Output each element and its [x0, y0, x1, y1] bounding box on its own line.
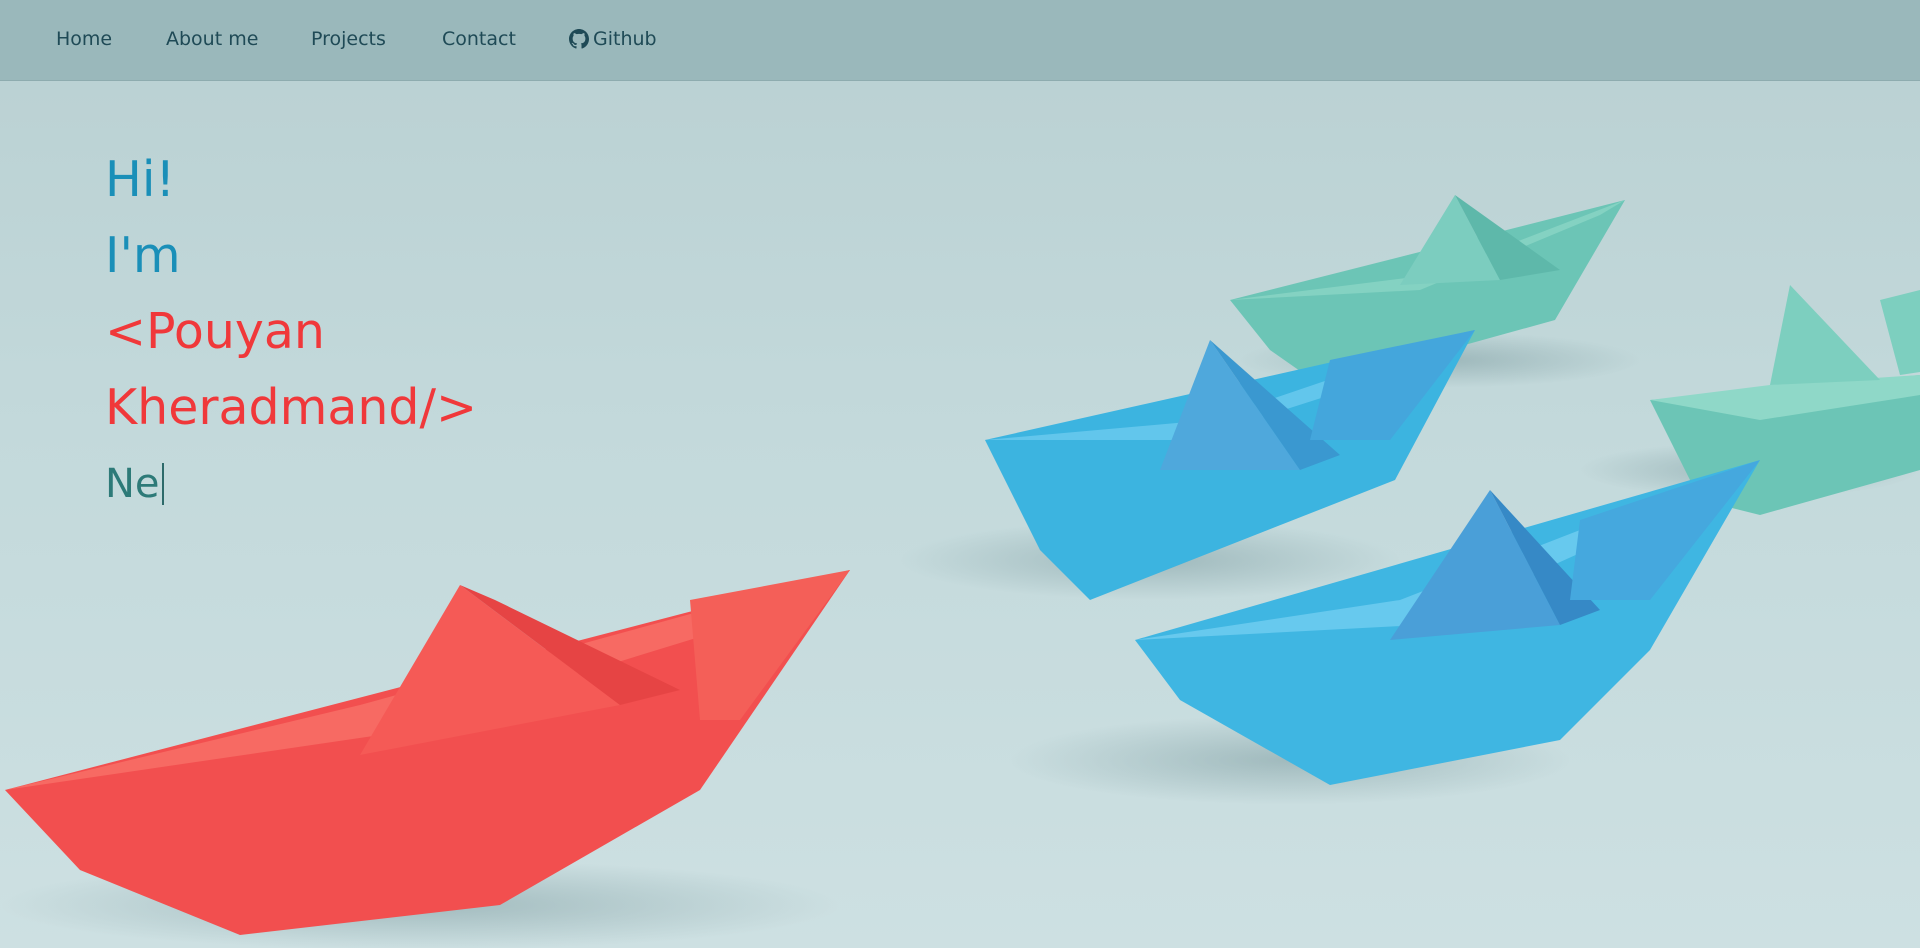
- hero-intro-text: I'm: [105, 227, 181, 284]
- hero-greeting: Hi!: [105, 151, 176, 208]
- hero-typed-text: Ne: [105, 446, 477, 522]
- nav-home-link[interactable]: Home: [56, 28, 112, 50]
- hero-name-line2: Kheradmand/>: [105, 379, 478, 436]
- typing-cursor: [161, 463, 164, 505]
- nav-github-label: Github: [593, 28, 657, 50]
- typed-text: Ne: [105, 461, 160, 507]
- nav-projects-link[interactable]: Projects: [311, 28, 386, 50]
- teal-boat-right: [1580, 285, 1920, 515]
- nav-about-link[interactable]: About me: [166, 28, 258, 50]
- nav-github-link[interactable]: Github: [569, 28, 657, 50]
- blue-boat-middle: [900, 330, 1475, 600]
- hero-name-line1: <Pouyan: [105, 303, 325, 360]
- red-boat: [0, 570, 850, 948]
- hero-intro: Hi! I'm <Pouyan Kheradmand/> Ne: [105, 142, 477, 522]
- github-icon: [569, 29, 589, 49]
- nav-contact-link[interactable]: Contact: [442, 28, 516, 50]
- top-navbar: Home About me Projects Contact Github: [0, 0, 1920, 81]
